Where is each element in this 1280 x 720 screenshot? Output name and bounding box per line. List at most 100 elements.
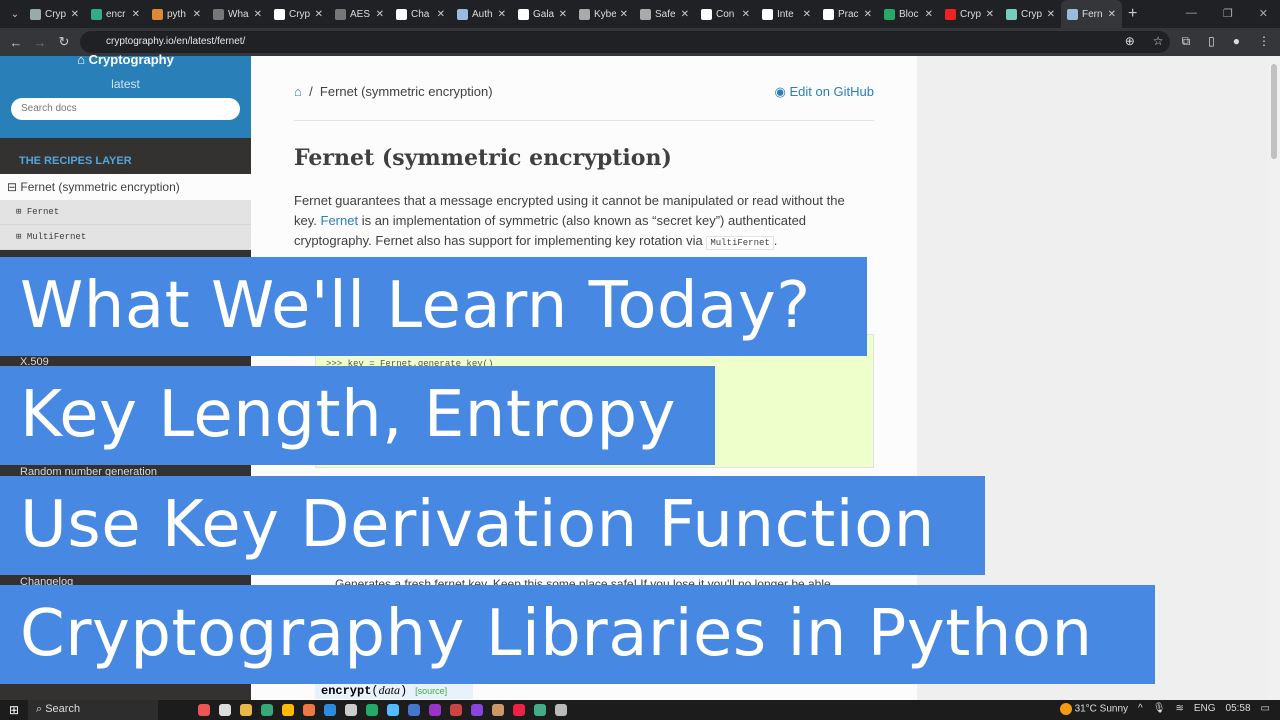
fernet-link[interactable]: Fernet	[321, 213, 359, 228]
taskbar: ⊞ ⌕ Search 31°C Sunny ^ 🎙 ≋ ENG 05:58 ▭	[0, 700, 1280, 720]
close-tab-icon[interactable]: ✕	[864, 9, 872, 20]
weather-widget[interactable]: 31°C Sunny	[1059, 703, 1128, 715]
scrollbar-thumb[interactable]	[1271, 64, 1277, 159]
browser-tab[interactable]: Gala ✕	[512, 0, 573, 28]
new-tab-button[interactable]: +	[1128, 5, 1137, 23]
close-tab-icon[interactable]: ✕	[71, 9, 79, 20]
divider	[294, 120, 874, 121]
close-tab-icon[interactable]: ✕	[254, 9, 262, 20]
forward-button[interactable]: →	[28, 35, 52, 50]
taskbar-app-icon[interactable]	[513, 704, 525, 716]
browser-tab[interactable]: Cryp ✕	[1000, 0, 1061, 28]
browser-tab[interactable]: Cryp ✕	[24, 0, 85, 28]
language-indicator[interactable]: ENG	[1194, 703, 1216, 715]
close-tab-icon[interactable]: ✕	[498, 9, 506, 20]
home-icon[interactable]: ⌂	[294, 84, 302, 99]
back-button[interactable]: ←	[4, 35, 28, 50]
close-tab-icon[interactable]: ✕	[437, 9, 445, 20]
sidebar-item-multifernet[interactable]: ⊞ MultiFernet	[0, 225, 251, 250]
browser-tab[interactable]: Inte ✕	[756, 0, 817, 28]
browser-tab[interactable]: Wha ✕	[207, 0, 268, 28]
taskbar-app-icon[interactable]	[240, 704, 252, 716]
menu-icon[interactable]: ⋮	[1258, 34, 1270, 49]
taskbar-app-icon[interactable]	[345, 704, 357, 716]
edit-on-github-link[interactable]: ◉ Edit on GitHub	[774, 84, 874, 100]
browser-tab[interactable]: Auth ✕	[451, 0, 512, 28]
browser-tab[interactable]: Prac ✕	[817, 0, 878, 28]
sidebar-item-fernet-symmetric[interactable]: ⊟ Fernet (symmetric encryption)	[0, 174, 251, 200]
browser-tab[interactable]: Cha ✕	[390, 0, 451, 28]
close-tab-icon[interactable]: ✕	[620, 9, 628, 20]
browser-tab[interactable]: Kybe ✕	[573, 0, 634, 28]
multifernet-code[interactable]: MultiFernet	[706, 236, 774, 250]
tab-search-icon[interactable]: ⌄	[6, 9, 24, 20]
search-input[interactable]: Search docs	[11, 98, 240, 120]
taskbar-app-icon[interactable]	[261, 704, 273, 716]
sidebar-item-fernet[interactable]: ⊞ Fernet	[0, 200, 251, 225]
profile-avatar[interactable]: ●	[1233, 34, 1240, 49]
sun-icon	[1059, 703, 1072, 715]
taskbar-app-icon[interactable]	[198, 704, 210, 716]
bookmark-star-icon[interactable]: ☆	[1153, 34, 1164, 49]
taskbar-app-icon[interactable]	[450, 704, 462, 716]
windows-start-icon[interactable]: ⊞	[0, 703, 28, 717]
clock[interactable]: 05:58	[1226, 703, 1251, 715]
browser-tab[interactable]: encr ✕	[85, 0, 146, 28]
brand-link[interactable]: ⌂ Cryptography	[0, 52, 251, 67]
browser-tab[interactable]: pyth ✕	[146, 0, 207, 28]
banner-kdf: Use Key Derivation Function	[0, 476, 985, 575]
taskbar-app-icon[interactable]	[387, 704, 399, 716]
close-tab-icon[interactable]: ✕	[376, 9, 384, 20]
close-tab-icon[interactable]: ✕	[1047, 9, 1055, 20]
browser-tab[interactable]: Cryp ✕	[939, 0, 1000, 28]
tab-title: Bloc	[899, 8, 919, 20]
tab-title: Auth	[472, 8, 493, 20]
scrollbar[interactable]	[1268, 56, 1280, 700]
close-tab-icon[interactable]: ✕	[559, 9, 567, 20]
address-bar[interactable]: cryptography.io/en/latest/fernet/	[80, 31, 1170, 53]
wifi-icon[interactable]: ≋	[1175, 703, 1183, 715]
taskbar-app-icon[interactable]	[492, 704, 504, 716]
notifications-icon[interactable]: ▭	[1261, 703, 1270, 715]
close-tab-icon[interactable]: ✕	[1108, 9, 1116, 20]
browser-tab[interactable]: Con ✕	[695, 0, 756, 28]
close-tab-icon[interactable]: ✕	[681, 9, 689, 20]
banner-title: What We'll Learn Today?	[0, 257, 867, 356]
zoom-icon[interactable]: ⊕	[1125, 34, 1135, 49]
browser-tab[interactable]: Fern ✕	[1061, 0, 1122, 28]
maximize-button[interactable]: ❐	[1223, 7, 1233, 20]
tab-title: Inte	[777, 8, 794, 20]
close-window-button[interactable]: ✕	[1259, 7, 1268, 20]
chevron-up-icon[interactable]: ^	[1138, 703, 1143, 715]
taskbar-app-icon[interactable]	[408, 704, 420, 716]
close-tab-icon[interactable]: ✕	[986, 9, 994, 20]
reload-button[interactable]: ↻	[52, 34, 76, 50]
close-tab-icon[interactable]: ✕	[193, 9, 201, 20]
side-panel-icon[interactable]: ▯	[1208, 34, 1215, 49]
favicon-icon	[91, 8, 102, 20]
taskbar-app-icon[interactable]	[471, 704, 483, 716]
browser-tab[interactable]: Cryp ✕	[268, 0, 329, 28]
source-link[interactable]: [source]	[415, 686, 447, 696]
taskbar-app-icon[interactable]	[219, 704, 231, 716]
close-tab-icon[interactable]: ✕	[315, 9, 323, 20]
taskbar-app-icon[interactable]	[282, 704, 294, 716]
taskbar-search[interactable]: ⌕ Search	[28, 700, 158, 720]
text: .	[773, 233, 778, 248]
taskbar-app-icon[interactable]	[555, 704, 567, 716]
close-tab-icon[interactable]: ✕	[132, 9, 140, 20]
browser-tab[interactable]: Bloc ✕	[878, 0, 939, 28]
taskbar-app-icon[interactable]	[534, 704, 546, 716]
extensions-icon[interactable]: ⧉	[1182, 34, 1191, 49]
taskbar-app-icon[interactable]	[429, 704, 441, 716]
taskbar-app-icon[interactable]	[366, 704, 378, 716]
browser-tab[interactable]: AES ✕	[329, 0, 390, 28]
browser-tab[interactable]: Safe ✕	[634, 0, 695, 28]
taskbar-app-icon[interactable]	[303, 704, 315, 716]
favicon-icon	[884, 8, 895, 20]
close-tab-icon[interactable]: ✕	[803, 9, 811, 20]
close-tab-icon[interactable]: ✕	[742, 9, 750, 20]
close-tab-icon[interactable]: ✕	[925, 9, 933, 20]
taskbar-app-icon[interactable]	[324, 704, 336, 716]
minimize-button[interactable]: —	[1186, 7, 1197, 20]
